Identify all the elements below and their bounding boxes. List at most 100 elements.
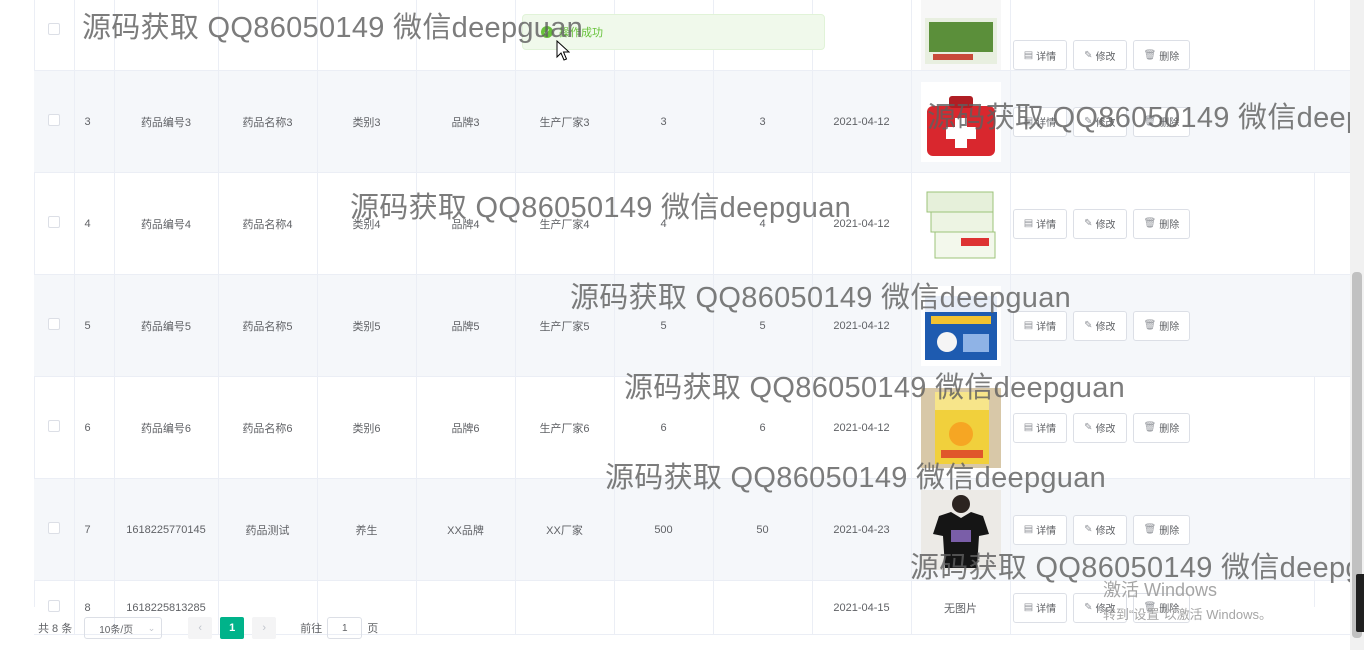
- goto-page-input[interactable]: 1: [327, 617, 363, 639]
- delete-label: 删除: [1159, 118, 1180, 129]
- drug-brand: 品牌4: [416, 172, 516, 275]
- detail-label: 详情: [1036, 604, 1057, 615]
- delete-label: 删除: [1159, 424, 1180, 435]
- row-checkbox[interactable]: [47, 22, 60, 35]
- row-actions: ▤ 详情 ✎ 修改 🗑 删除: [1010, 274, 1364, 377]
- pencil-icon: ✎: [1084, 218, 1093, 229]
- drug-image-cell: 无图片: [911, 580, 1011, 635]
- trash-icon: 🗑: [1143, 116, 1157, 127]
- row-checkbox[interactable]: [47, 318, 60, 330]
- toast-text: 操作成功: [559, 27, 603, 39]
- edit-button[interactable]: ✎ 修改: [1073, 40, 1127, 70]
- document-icon: ▤: [1023, 49, 1034, 61]
- drug-brand: 品牌5: [416, 274, 516, 377]
- document-icon: ▤: [1023, 218, 1034, 229]
- drug-date: 2021-04-12: [812, 70, 912, 173]
- page-1-button[interactable]: 1: [220, 617, 245, 639]
- drug-category: 类别4: [317, 172, 417, 275]
- row-checkbox[interactable]: [47, 600, 60, 612]
- prev-page-button[interactable]: ‹: [188, 617, 213, 639]
- detail-button[interactable]: ▤ 详情: [1012, 208, 1068, 239]
- drug-date: 2021-04-12: [812, 274, 912, 377]
- drug-name: 药品名称3: [218, 70, 318, 173]
- row-checkbox[interactable]: [47, 522, 60, 534]
- delete-button[interactable]: 🗑 删除: [1132, 310, 1191, 341]
- pencil-icon: ✎: [1084, 602, 1093, 613]
- drug-name: 药品测试: [218, 478, 318, 581]
- row-index: 5: [74, 274, 115, 377]
- row-checkbox-cell[interactable]: [34, 478, 75, 581]
- delete-button[interactable]: 🗑 删除: [1132, 40, 1191, 70]
- drug-stock: 4: [713, 172, 813, 275]
- delete-button[interactable]: 🗑 删除: [1132, 208, 1191, 239]
- activation-title: 激活 Windows: [1103, 580, 1218, 600]
- edit-label: 修改: [1095, 220, 1116, 231]
- detail-label: 详情: [1036, 51, 1057, 63]
- drug-brand: [416, 0, 516, 71]
- table-row: 6 药品编号6 药品名称6 类别6 品牌6 生产厂家6 6 6 2021-04-12 ▤ 详情 ✎ 修改…: [34, 376, 1364, 479]
- row-checkbox-cell[interactable]: [34, 70, 75, 173]
- edit-button[interactable]: ✎ 修改: [1073, 310, 1127, 341]
- row-actions: ▤ 详情 ✎ 修改 🗑 删除: [1010, 478, 1364, 581]
- detail-button[interactable]: ▤ 详情: [1012, 592, 1068, 623]
- row-checkbox-cell[interactable]: [34, 172, 75, 275]
- next-page-button[interactable]: ›: [252, 617, 277, 639]
- detail-button[interactable]: ▤ 详情: [1012, 412, 1068, 443]
- drug-name: 药品名称4: [218, 172, 318, 275]
- drug-maker: XX厂家: [515, 478, 615, 581]
- drug-code: 药品编号5: [114, 274, 219, 377]
- drug-maker: [515, 580, 615, 635]
- drug-image-cell: [911, 376, 1011, 479]
- edit-button[interactable]: ✎ 修改: [1073, 208, 1127, 239]
- drug-maker: 生产厂家5: [515, 274, 615, 377]
- windows-activation-notice: 激活 Windows 转到“设置”以激活 Windows。: [1103, 576, 1272, 623]
- edit-button[interactable]: ✎ 修改: [1073, 514, 1127, 545]
- row-actions: ▤ 详情 ✎ 修改 🗑 删除: [1010, 70, 1364, 173]
- edit-button[interactable]: ✎ 修改: [1073, 106, 1127, 137]
- product-image: [920, 489, 1001, 570]
- document-icon: ▤: [1023, 602, 1034, 613]
- drug-name: 药品名称6: [218, 376, 318, 479]
- row-checkbox[interactable]: [47, 114, 60, 126]
- drug-price: 6: [614, 376, 714, 479]
- drug-date: 2021-04-23: [812, 478, 912, 581]
- edit-button[interactable]: ✎ 修改: [1073, 412, 1127, 443]
- delete-button[interactable]: 🗑 删除: [1132, 514, 1191, 545]
- row-checkbox-cell[interactable]: [34, 376, 75, 479]
- drug-brand: 品牌3: [416, 70, 516, 173]
- detail-button[interactable]: ▤ 详情: [1012, 514, 1068, 545]
- detail-button[interactable]: ▤ 详情: [1012, 40, 1068, 70]
- detail-button[interactable]: ▤ 详情: [1012, 106, 1068, 137]
- edit-label: 修改: [1095, 424, 1116, 435]
- delete-button[interactable]: 🗑 删除: [1132, 106, 1191, 137]
- drug-price: [614, 580, 714, 635]
- detail-button[interactable]: ▤ 详情: [1012, 310, 1068, 341]
- document-icon: ▤: [1023, 524, 1034, 535]
- drug-date: 2021-04-15: [812, 580, 912, 635]
- page-size-select[interactable]: 10条/页 ⌄: [84, 617, 163, 639]
- drug-name: 药品名称5: [218, 274, 318, 377]
- row-index: 6: [74, 376, 115, 479]
- edit-label: 修改: [1095, 51, 1116, 63]
- goto-label: 前往: [300, 623, 323, 635]
- drug-maker: 生产厂家6: [515, 376, 615, 479]
- row-checkbox-cell[interactable]: [34, 274, 75, 377]
- row-checkbox[interactable]: [47, 216, 60, 228]
- pencil-icon: ✎: [1084, 49, 1093, 61]
- page-suffix: 页: [367, 623, 379, 635]
- drug-category: 类别5: [317, 274, 417, 377]
- medicine-table: ▤ 详情 ✎ 修改 🗑 删除 3 药品编号3 药品名称3 类别3 品牌3 生产厂家3 3 3 2021-04…: [34, 0, 1364, 635]
- trash-icon: 🗑: [1143, 218, 1157, 229]
- tray-widget: [1356, 574, 1364, 632]
- drug-code: 药品编号4: [114, 172, 219, 275]
- drug-date: 2021-04-12: [812, 172, 912, 275]
- row-checkbox-cell[interactable]: [34, 0, 75, 71]
- delete-button[interactable]: 🗑 删除: [1132, 412, 1191, 443]
- product-image: [920, 0, 1001, 70]
- drug-brand: XX品牌: [416, 478, 516, 581]
- detail-label: 详情: [1036, 220, 1057, 231]
- row-checkbox[interactable]: [47, 420, 60, 432]
- row-index: [74, 0, 115, 71]
- mouse-cursor-icon: [556, 40, 570, 61]
- drug-category: [317, 0, 417, 71]
